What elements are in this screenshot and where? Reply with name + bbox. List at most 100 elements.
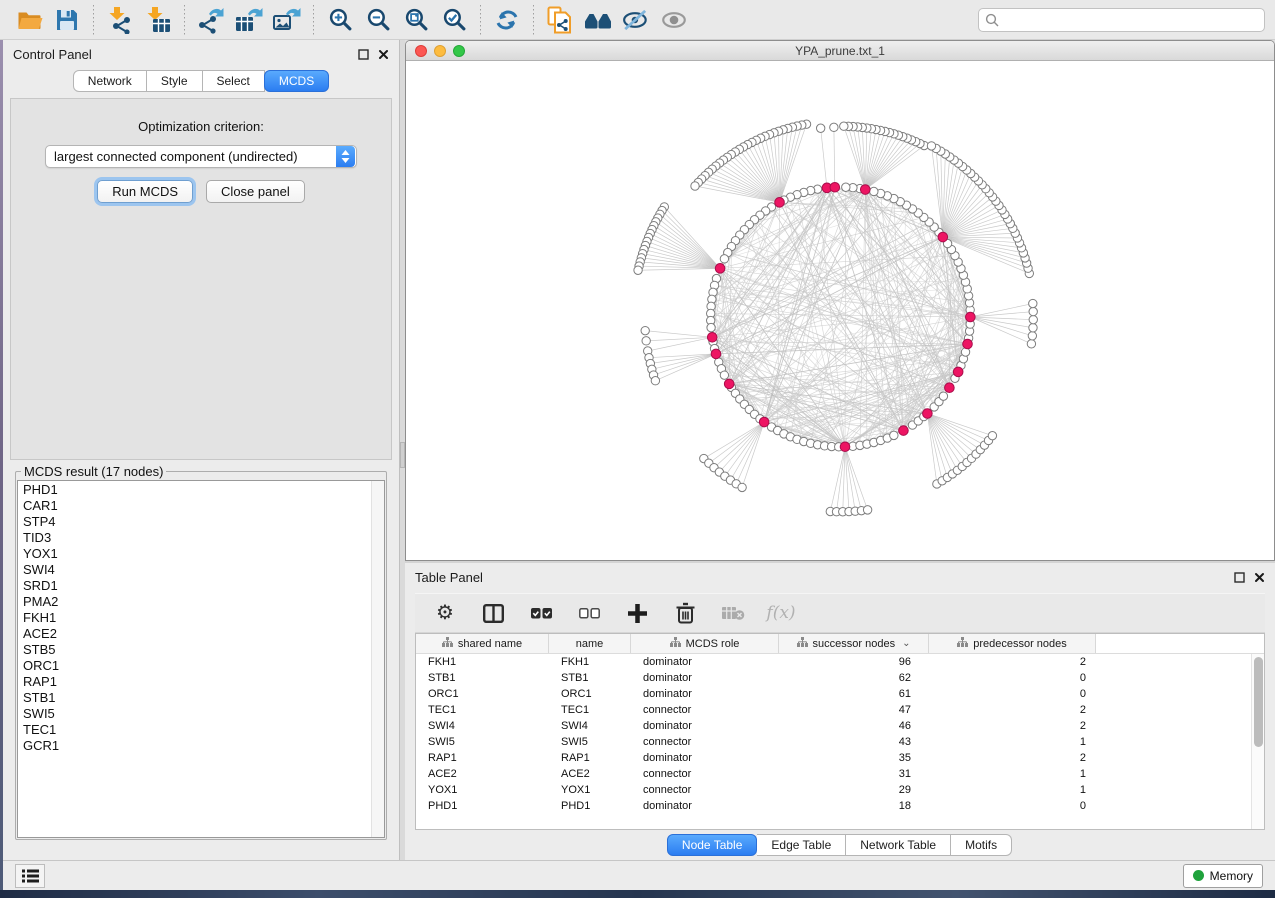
close-table-panel-icon[interactable]	[1254, 572, 1265, 583]
create-column-button[interactable]	[625, 600, 649, 626]
show-columns-button[interactable]	[481, 600, 505, 626]
leaf-node[interactable]	[691, 182, 699, 190]
mcds-hub-node[interactable]	[966, 312, 976, 322]
list-item[interactable]: SRD1	[23, 578, 384, 594]
mcds-hub-node[interactable]	[860, 185, 870, 195]
table-row[interactable]: ORC1ORC1dominator610	[416, 686, 1250, 702]
column-header-predecessor-nodes[interactable]: predecessor nodes	[929, 634, 1096, 653]
list-item[interactable]: ORC1	[23, 658, 384, 674]
leaf-node[interactable]	[1029, 315, 1037, 323]
leaf-node[interactable]	[642, 337, 650, 345]
list-item[interactable]: FKH1	[23, 610, 384, 626]
show-all-button[interactable]	[655, 4, 693, 36]
list-menu-button[interactable]	[15, 864, 45, 888]
leaf-node[interactable]	[816, 124, 824, 132]
table-scrollbar[interactable]	[1251, 654, 1264, 829]
list-item[interactable]: ACE2	[23, 626, 384, 642]
result-list-scrollbar[interactable]	[371, 481, 384, 837]
table-row[interactable]: FKH1FKH1dominator962	[416, 654, 1250, 670]
list-item[interactable]: PMA2	[23, 594, 384, 610]
search-input[interactable]	[1003, 13, 1258, 27]
network-from-selection-button[interactable]	[541, 4, 579, 36]
list-item[interactable]: TID3	[23, 530, 384, 546]
tab-network-table[interactable]: Network Table	[846, 834, 951, 856]
table-scrollbar-thumb[interactable]	[1254, 657, 1263, 747]
mcds-hub-node[interactable]	[711, 349, 721, 359]
tab-edge-table[interactable]: Edge Table	[757, 834, 846, 856]
leaf-node[interactable]	[830, 123, 838, 131]
first-neighbors-button[interactable]	[579, 4, 617, 36]
network-graph[interactable]	[406, 61, 1274, 560]
table-row[interactable]: TEC1TEC1connector472	[416, 702, 1250, 718]
zoom-in-button[interactable]	[321, 4, 359, 36]
tab-mcds[interactable]: MCDS	[264, 70, 329, 92]
table-row[interactable]: SWI5SWI5connector431	[416, 734, 1250, 750]
memory-button[interactable]: Memory	[1183, 864, 1263, 888]
table-row[interactable]: STB1STB1dominator620	[416, 670, 1250, 686]
close-panel-button[interactable]: Close panel	[206, 180, 305, 203]
mcds-hub-node[interactable]	[707, 333, 717, 343]
column-header-name[interactable]: name	[549, 634, 631, 653]
ring-node[interactable]	[939, 392, 947, 400]
ring-node[interactable]	[890, 431, 898, 439]
leaf-node[interactable]	[641, 326, 649, 334]
list-item[interactable]: SWI5	[23, 706, 384, 722]
mcds-hub-node[interactable]	[945, 383, 955, 393]
leaf-node[interactable]	[1029, 299, 1037, 307]
ring-node[interactable]	[720, 255, 728, 263]
leaf-node[interactable]	[1027, 340, 1035, 348]
network-canvas[interactable]	[406, 61, 1274, 560]
table-row[interactable]: PHD1PHD1dominator180	[416, 798, 1250, 814]
leaf-node[interactable]	[1029, 324, 1037, 332]
list-item[interactable]: CAR1	[23, 498, 384, 514]
leaf-node[interactable]	[1029, 307, 1037, 315]
mcds-hub-node[interactable]	[724, 379, 734, 389]
mcds-result-list[interactable]: PHD1CAR1STP4TID3YOX1SWI4SRD1PMA2FKH1ACE2…	[17, 480, 385, 838]
list-item[interactable]: STP4	[23, 514, 384, 530]
mcds-hub-node[interactable]	[953, 367, 963, 377]
float-panel-icon[interactable]	[358, 49, 369, 60]
leaf-node[interactable]	[988, 431, 996, 439]
list-item[interactable]: YOX1	[23, 546, 384, 562]
list-item[interactable]: TEC1	[23, 722, 384, 738]
tab-select[interactable]: Select	[203, 70, 265, 92]
leaf-node[interactable]	[840, 122, 848, 130]
mcds-hub-node[interactable]	[899, 426, 909, 436]
save-session-button[interactable]	[48, 4, 86, 36]
list-item[interactable]: RAP1	[23, 674, 384, 690]
ring-node[interactable]	[720, 371, 728, 379]
table-row[interactable]: RAP1RAP1dominator352	[416, 750, 1250, 766]
tab-network[interactable]: Network	[73, 70, 147, 92]
leaf-node[interactable]	[863, 506, 871, 514]
float-table-panel-icon[interactable]	[1234, 572, 1245, 583]
open-file-button[interactable]	[10, 4, 48, 36]
tab-style[interactable]: Style	[147, 70, 203, 92]
mcds-hub-node[interactable]	[923, 409, 933, 419]
export-image-button[interactable]	[268, 4, 306, 36]
ring-node[interactable]	[842, 183, 850, 191]
zoom-fit-button[interactable]	[397, 4, 435, 36]
splitter-handle[interactable]	[400, 442, 405, 468]
run-mcds-button[interactable]: Run MCDS	[97, 180, 193, 203]
zoom-out-button[interactable]	[359, 4, 397, 36]
leaf-node[interactable]	[651, 377, 659, 385]
tab-motifs[interactable]: Motifs	[951, 834, 1012, 856]
zoom-selected-button[interactable]	[435, 4, 473, 36]
mcds-hub-node[interactable]	[830, 182, 840, 192]
deselect-all-button[interactable]	[577, 600, 601, 626]
table-row[interactable]: ACE2ACE2connector311	[416, 766, 1250, 782]
column-header-shared-name[interactable]: shared name	[416, 634, 549, 653]
search-field[interactable]	[978, 8, 1265, 32]
leaf-node[interactable]	[738, 483, 746, 491]
import-network-button[interactable]	[101, 4, 139, 36]
mcds-hub-node[interactable]	[963, 339, 973, 349]
mcds-hub-node[interactable]	[715, 264, 725, 274]
table-settings-button[interactable]: ⚙	[433, 600, 457, 626]
mcds-hub-node[interactable]	[759, 417, 769, 427]
hide-selected-button[interactable]	[617, 4, 655, 36]
ring-node[interactable]	[707, 323, 715, 331]
export-table-button[interactable]	[230, 4, 268, 36]
export-network-button[interactable]	[192, 4, 230, 36]
import-table-button[interactable]	[139, 4, 177, 36]
network-window-titlebar[interactable]: YPA_prune.txt_1	[406, 41, 1274, 61]
